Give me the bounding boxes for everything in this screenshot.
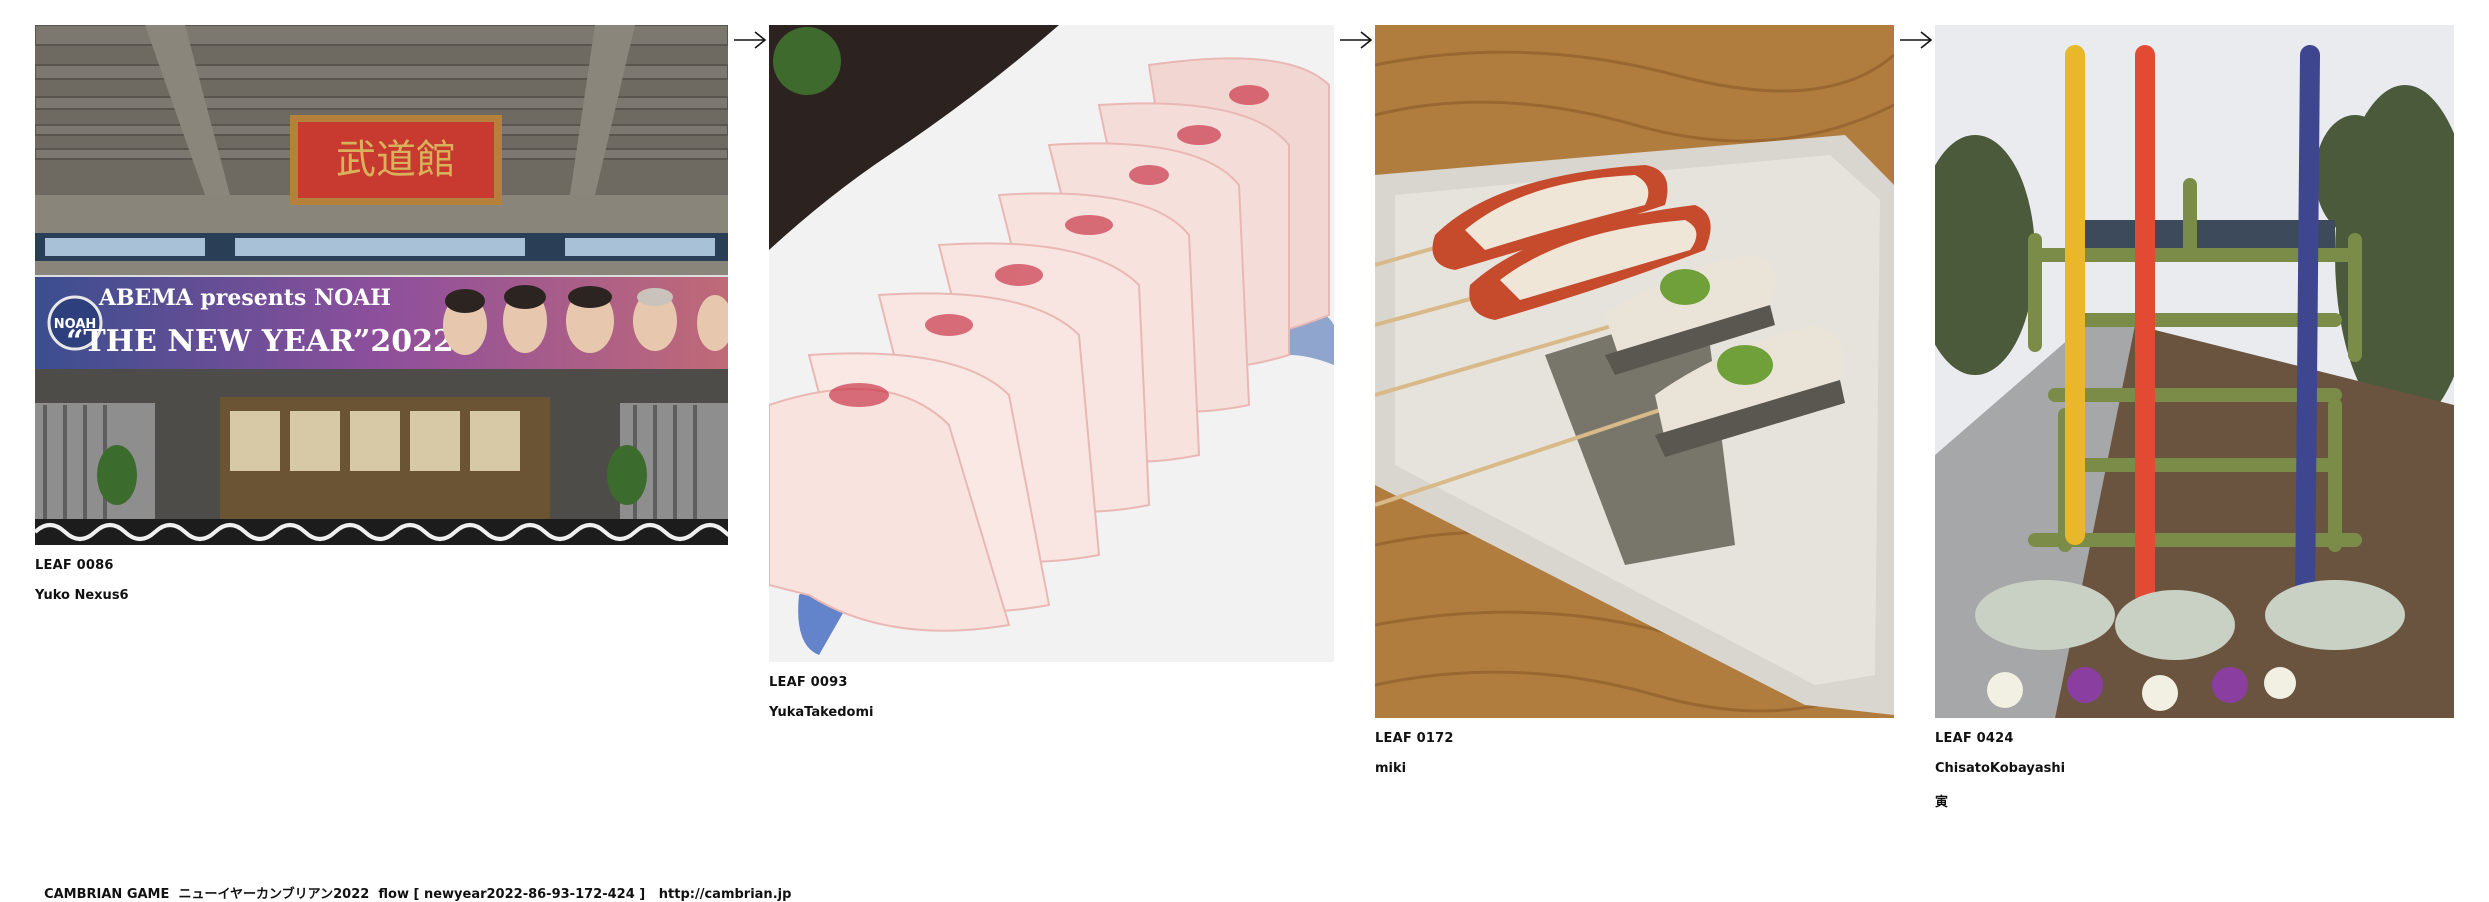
- leaf-card-0093: LEAF 0093 YukaTakedomi: [769, 25, 1334, 720]
- sashimi-photo-graphic: [769, 25, 1334, 662]
- leaf-card-0424: LEAF 0424 ChisatoKobayashi 寅: [1935, 25, 2454, 810]
- leaf-photo-bamboo[interactable]: [1935, 25, 2454, 718]
- leaf-id-label[interactable]: LEAF 0172: [1375, 731, 1894, 746]
- leaf-author[interactable]: ChisatoKobayashi: [1935, 761, 2454, 776]
- leaf-card-0086: 武道館 NOAH ABEMA presents NOAH “THE NEW YE…: [35, 25, 728, 603]
- leaf-author[interactable]: miki: [1375, 761, 1894, 776]
- skewers-photo-graphic: [1375, 25, 1894, 718]
- bamboo-photo-graphic: [1935, 25, 2454, 718]
- leaf-author[interactable]: YukaTakedomi: [769, 705, 1334, 720]
- leaf-id-label[interactable]: LEAF 0424: [1935, 731, 2454, 746]
- leaf-author[interactable]: Yuko Nexus6: [35, 588, 728, 603]
- right-arrow-icon: [1340, 31, 1373, 49]
- right-arrow-icon: [734, 31, 767, 49]
- leaf-photo-budokan[interactable]: 武道館 NOAH ABEMA presents NOAH “THE NEW YE…: [35, 25, 728, 545]
- banner-line-2: “THE NEW YEAR”2022: [66, 324, 454, 359]
- leaf-card-0172: LEAF 0172 miki: [1375, 25, 1894, 776]
- budokan-photo-graphic: 武道館 NOAH ABEMA presents NOAH “THE NEW YE…: [35, 25, 728, 545]
- footer-bar: CAMBRIAN GAME ニューイヤーカンブリアン2022 flow [ ne…: [35, 868, 791, 902]
- leaf-id-label[interactable]: LEAF 0093: [769, 675, 1334, 690]
- right-arrow-icon: [1900, 31, 1933, 49]
- leaf-photo-sashimi[interactable]: [769, 25, 1334, 662]
- leaf-note: 寅: [1935, 795, 1949, 810]
- banner-line-1: ABEMA presents NOAH: [98, 285, 391, 311]
- leaf-id-label[interactable]: LEAF 0086: [35, 558, 728, 573]
- leaf-photo-skewers[interactable]: [1375, 25, 1894, 718]
- budokan-sign-text: 武道館: [336, 137, 456, 183]
